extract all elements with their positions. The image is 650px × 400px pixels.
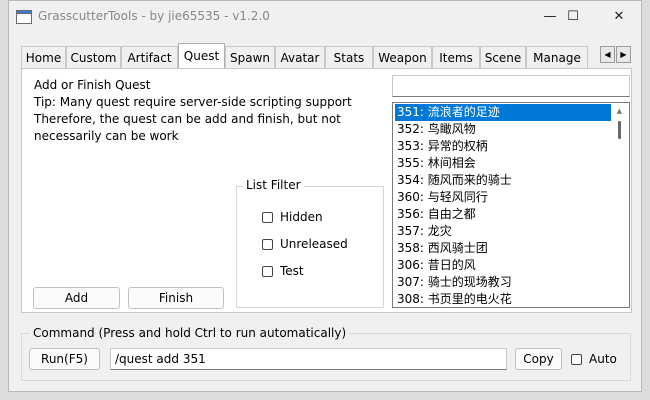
checkbox-box[interactable] [262,211,273,223]
quest-tab-panel: Add or Finish Quest Tip: Many quest requ… [21,68,632,313]
test-filter-label: Test [280,264,304,278]
tab-weapon[interactable]: Weapon [373,46,432,68]
quest-list-item[interactable]: 353: 异常的权柄 [395,138,611,155]
hidden-filter-checkbox[interactable]: Hidden [262,210,323,224]
maximize-button[interactable]: ☐ [550,1,596,31]
tab-artifact[interactable]: Artifact [121,46,178,68]
quest-list-item[interactable]: 307: 骑士的现场教习 [395,274,611,291]
tab-strip: Home Custom Artifact Quest Spawn Avatar … [21,43,631,68]
tab-spawn[interactable]: Spawn [225,46,275,68]
scroll-up-arrow-icon[interactable]: ▲ [617,107,622,115]
app-icon [16,10,32,24]
tab-quest[interactable]: Quest [178,43,225,68]
app-window: GrasscutterTools - by jie65535 - v1.2.0 … [8,0,642,392]
list-filter-group: List Filter Hidden Unreleased Test [236,178,384,308]
tab-scroll-right-button[interactable]: ▶ [616,46,631,63]
checkbox-box[interactable] [262,265,273,277]
title-bar[interactable]: GrasscutterTools - by jie65535 - v1.2.0 … [9,1,641,33]
quest-tip-line-1: Tip: Many quest require server-side scri… [34,95,352,109]
finish-quest-button[interactable]: Finish [128,287,224,309]
quest-filter-input[interactable] [392,75,630,97]
quest-tip-line-2: Therefore, the quest can be add and fini… [34,112,341,126]
command-group-title: Command (Press and hold Ctrl to run auto… [30,326,350,340]
add-quest-button[interactable]: Add [33,287,120,309]
copy-button[interactable]: Copy [515,348,562,370]
quest-tip-line-3: necessarily can be work [34,129,179,143]
quest-list-item[interactable]: 306: 昔日的风 [395,257,611,274]
test-filter-checkbox[interactable]: Test [262,264,304,278]
tab-items[interactable]: Items [432,46,480,68]
quest-info: Add or Finish Quest Tip: Many quest requ… [34,77,352,145]
tab-stats[interactable]: Stats [325,46,373,68]
tab-home[interactable]: Home [21,46,66,68]
list-scrollbar-thumb[interactable] [618,121,621,139]
quest-list-item[interactable]: 356: 自由之都 [395,206,611,223]
quest-list-item[interactable]: 351: 流浪者的足迹 [395,104,611,121]
hidden-filter-label: Hidden [280,210,323,224]
unreleased-filter-label: Unreleased [280,237,348,251]
tab-scroll-left-button[interactable]: ◀ [600,46,615,63]
auto-label: Auto [589,352,617,366]
command-group: Command (Press and hold Ctrl to run auto… [21,326,631,381]
tab-custom[interactable]: Custom [66,46,121,68]
quest-heading: Add or Finish Quest [34,78,151,92]
close-button[interactable]: ✕ [596,1,642,31]
quest-list-item[interactable]: 308: 书页里的电火花 [395,291,611,307]
quest-list-item[interactable]: 357: 龙灾 [395,223,611,240]
window-title: GrasscutterTools - by jie65535 - v1.2.0 [38,9,270,23]
tab-manage[interactable]: Manage [526,46,588,68]
command-input[interactable]: /quest add 351 [110,348,507,370]
quest-list-item[interactable]: 355: 林间相会 [395,155,611,172]
tab-scene[interactable]: Scene [480,46,526,68]
checkbox-box[interactable] [262,238,273,250]
auto-checkbox[interactable]: Auto [571,352,617,366]
run-button[interactable]: Run(F5) [29,348,100,370]
checkbox-box[interactable] [571,353,582,365]
quest-list-item[interactable]: 358: 西风骑士团 [395,240,611,257]
tab-avatar[interactable]: Avatar [275,46,325,68]
list-filter-title: List Filter [243,178,304,192]
quest-list-item[interactable]: 354: 随风而来的骑士 [395,172,611,189]
unreleased-filter-checkbox[interactable]: Unreleased [262,237,348,251]
quest-listbox[interactable]: 351: 流浪者的足迹 352: 鸟瞰风物 353: 异常的权柄 355: 林间… [392,102,630,308]
quest-list-item[interactable]: 360: 与轻风同行 [395,189,611,206]
quest-list-item[interactable]: 352: 鸟瞰风物 [395,121,611,138]
